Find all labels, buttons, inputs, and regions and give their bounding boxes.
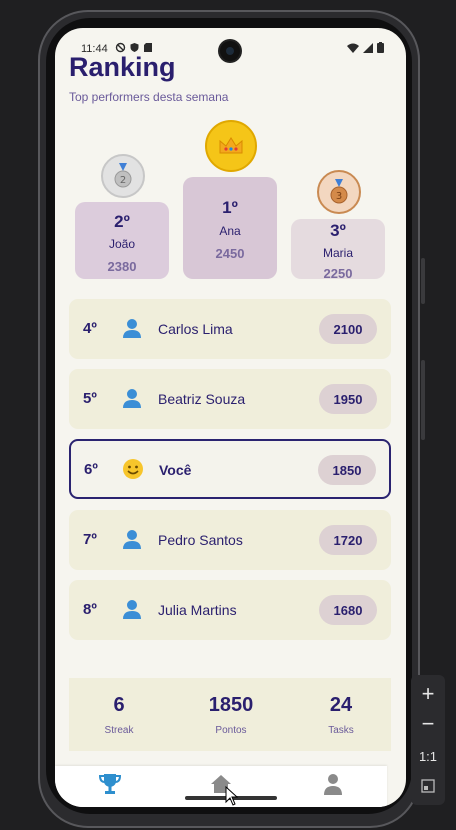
ranking-name: Beatriz Souza: [158, 391, 246, 407]
crown-icon: [205, 120, 257, 172]
battery-icon: [377, 42, 384, 53]
page-title: Ranking: [69, 52, 176, 82]
ranking-name: Pedro Santos: [158, 532, 243, 548]
ranking-row-current-user[interactable]: 6º Você 1850: [69, 439, 391, 499]
fit-screen-icon[interactable]: [411, 779, 445, 798]
profile-icon[interactable]: [321, 772, 345, 796]
status-right-icons: [347, 42, 384, 53]
person-icon: [123, 319, 141, 338]
stat-label: Streak: [104, 725, 134, 736]
bronze-medal-icon: 3: [317, 170, 361, 214]
ranking-row[interactable]: 4º Carlos Lima 2100: [69, 299, 391, 359]
ranking-row[interactable]: 7º Pedro Santos 1720: [69, 510, 391, 570]
podium-name: Ana: [219, 224, 241, 238]
ranking-position: 8º: [83, 601, 97, 618]
ranking-position: 6º: [84, 461, 98, 478]
ranking-name: Julia Martins: [158, 602, 237, 618]
person-icon: [123, 389, 141, 408]
podium-points: 2250: [323, 266, 353, 281]
ranking-score: 1680: [319, 595, 377, 625]
ranking-score: 1720: [319, 525, 377, 555]
page-subtitle: Top performers desta semana: [69, 90, 229, 104]
ranking-name: Carlos Lima: [158, 321, 233, 337]
signal-icon: [363, 42, 373, 53]
stat-value: 24: [329, 694, 353, 716]
ranking-score: 2100: [319, 314, 377, 344]
volume-button: [421, 258, 425, 304]
ranking-position: 5º: [83, 390, 97, 407]
podium-name: Maria: [322, 246, 353, 260]
podium-name: João: [108, 237, 136, 251]
podium-points: 2450: [215, 246, 245, 261]
ranking-row[interactable]: 8º Julia Martins 1680: [69, 580, 391, 640]
podium-rank: 3º: [330, 221, 346, 240]
zoom-ratio-button[interactable]: 1:1: [411, 749, 445, 764]
zoom-in-icon[interactable]: +: [411, 681, 445, 707]
person-icon: [123, 530, 141, 549]
stat-streak: 6 Streak: [69, 694, 169, 736]
podium-second[interactable]: 2º João 2380: [75, 202, 169, 279]
ranking-score: 1850: [318, 455, 376, 485]
bottom-nav: [55, 766, 387, 807]
wifi-icon: [347, 43, 359, 53]
svg-text:3: 3: [336, 191, 342, 202]
stat-value: 1850: [208, 694, 254, 716]
podium-first[interactable]: 1º Ana 2450: [183, 177, 277, 279]
ranking-name: Você: [159, 462, 192, 478]
stat-tasks: 24 Tasks: [291, 694, 391, 736]
stat-label: Tasks: [328, 725, 354, 736]
stat-value: 6: [113, 694, 125, 716]
zoom-out-icon[interactable]: −: [411, 711, 445, 737]
ranking-row[interactable]: 5º Beatriz Souza 1950: [69, 369, 391, 429]
zoom-panel: + − 1:1: [411, 675, 445, 805]
mouse-cursor-icon: [225, 786, 239, 806]
podium-rank: 1º: [222, 198, 238, 217]
app-screen: 11:44 Ranking Top performers desta seman…: [55, 28, 406, 807]
svg-text:2: 2: [120, 175, 126, 186]
podium-third[interactable]: 3º Maria 2250: [291, 219, 385, 281]
trophy-icon[interactable]: [98, 772, 122, 796]
ranking-position: 4º: [83, 320, 97, 337]
stat-label: Pontos: [215, 725, 247, 736]
ranking-position: 7º: [83, 531, 97, 548]
smile-icon: [123, 459, 143, 479]
person-icon: [123, 600, 141, 619]
power-button: [421, 360, 425, 440]
front-camera: [220, 41, 240, 61]
ranking-score: 1950: [319, 384, 377, 414]
stat-points: 1850 Pontos: [181, 694, 281, 736]
stats-panel: 6 Streak 1850 Pontos 24 Tasks: [69, 678, 391, 751]
silver-medal-icon: 2: [101, 154, 145, 198]
podium-points: 2380: [107, 259, 137, 274]
podium-rank: 2º: [114, 212, 130, 231]
